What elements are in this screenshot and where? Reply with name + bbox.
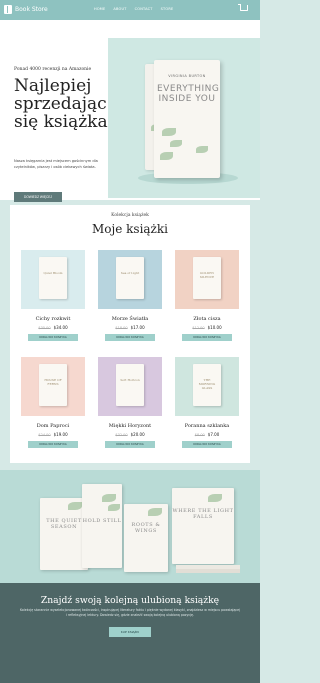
buy-books-button[interactable]: KUP KSIĄŻKI	[109, 627, 151, 637]
old-price: $18.00	[115, 326, 128, 330]
current-price: $34.00	[53, 325, 68, 330]
banner-book: WHERE THE LIGHT FALLS	[172, 488, 234, 564]
stacked-books	[176, 569, 240, 573]
hero-title: Najlepiej sprzedając się książka	[14, 76, 108, 132]
add-to-cart-button[interactable]: DODAJ DO KOSZYKA	[105, 334, 155, 341]
banner-book-title: HOLD STILL	[82, 518, 122, 524]
collection-title: Moje książki	[91, 222, 168, 236]
banner-book: THE QUIET SEASON	[40, 498, 88, 570]
book-price: $18.00 $17.00	[98, 325, 162, 330]
book-price: $24.00 $19.00	[21, 432, 85, 437]
book-price: $12.00 $10.00	[175, 325, 239, 330]
banner-book-title: ROOTS & WINGS	[131, 522, 161, 534]
old-price: $32.00	[115, 433, 128, 437]
book-name: Miękki Horyzont	[108, 423, 152, 429]
current-price: $19.00	[53, 432, 68, 437]
book-cover-image: THE MORNING GLASS	[175, 357, 239, 416]
book-card[interactable]: GOLDEN SILENCE Złota cisza $12.00 $10.00 …	[175, 250, 239, 341]
add-to-cart-button[interactable]: DODAJ DO KOSZYKA	[182, 441, 232, 448]
hero-pre-title: Ponad 4000 recenzji na Amazonie	[14, 67, 92, 72]
book-price: $35.00 $34.00	[21, 325, 85, 330]
add-to-cart-button[interactable]: DODAJ DO KOSZYKA	[182, 334, 232, 341]
add-to-cart-button[interactable]: DODAJ DO KOSZYKA	[28, 334, 78, 341]
cta-section: Znajdź swoją kolejną ulubioną książkę Ko…	[0, 583, 260, 683]
book-card[interactable]: HOUSE OF FERNS Dom Paproci $24.00 $19.00 …	[21, 357, 85, 448]
book-cover-title: THE MORNING GLASS	[198, 378, 216, 390]
site-header: Book Store HOME ABOUT CONTACT STORE	[0, 0, 260, 20]
hero-book-author: VIRGINIA BURTON	[168, 74, 206, 78]
book-name: Złota cisza	[193, 316, 221, 322]
page: Book Store HOME ABOUT CONTACT STORE Pona…	[0, 0, 260, 683]
banner-book: HOLD STILL	[82, 484, 122, 568]
cta-title: Znajdź swoją kolejną ulubioną książkę	[40, 595, 220, 606]
old-price: $24.00	[38, 433, 51, 437]
book-cover-title: Sea of Light	[120, 271, 140, 275]
current-price: $17.00	[130, 325, 145, 330]
collection-section: Kolekcja książek Moje książki Quiet Bloo…	[10, 205, 250, 463]
cta-description: Kolekcję starannie wyselekcjonowanej twó…	[20, 608, 240, 617]
current-price: $10.00	[207, 325, 222, 330]
current-price: $20.00	[130, 432, 145, 437]
add-to-cart-button[interactable]: DODAJ DO KOSZYKA	[28, 441, 78, 448]
book-cover-title: Quiet Bloom	[43, 271, 63, 275]
book-name: Morze Światła	[111, 316, 149, 322]
nav-home[interactable]: HOME	[94, 7, 105, 11]
nav-store[interactable]: STORE	[161, 7, 174, 11]
banner-book: ROOTS & WINGS	[124, 504, 168, 572]
book-card[interactable]: Sea of Light Morze Światła $18.00 $17.00 …	[98, 250, 162, 341]
logo-text: Book Store	[15, 6, 48, 13]
book-cover-title: HOUSE OF FERNS	[44, 378, 62, 386]
cart-icon[interactable]	[238, 4, 248, 11]
banner-book-title: THE QUIET SEASON	[46, 518, 82, 530]
book-cover-image: Quiet Bloom	[21, 250, 85, 309]
book-logo-icon	[4, 5, 12, 14]
book-price: $32.00 $20.00	[98, 432, 162, 437]
books-banner-image: THE QUIET SEASON HOLD STILL ROOTS & WING…	[0, 470, 260, 588]
nav-contact[interactable]: CONTACT	[135, 7, 153, 11]
book-cover-image: Sea of Light	[98, 250, 162, 309]
hero-book-title: EVERYTHING INSIDE YOU	[157, 84, 220, 104]
hero-book-front: VIRGINIA BURTON EVERYTHING INSIDE YOU	[154, 60, 220, 178]
book-cover-title: Soft Horizon	[120, 378, 140, 382]
collection-pre-title: Kolekcja książek	[111, 213, 149, 218]
main-nav: HOME ABOUT CONTACT STORE	[94, 7, 173, 11]
logo[interactable]: Book Store	[4, 5, 48, 14]
hero-description: Nasza księgarnia jest miejscem gościnnym…	[14, 159, 98, 169]
book-cover-image: Soft Horizon	[98, 357, 162, 416]
book-card[interactable]: Soft Horizon Miękki Horyzont $32.00 $20.0…	[98, 357, 162, 448]
current-price: $7.00	[207, 432, 220, 437]
book-name: Dom Paproci	[36, 423, 70, 429]
add-to-cart-button[interactable]: DODAJ DO KOSZYKA	[105, 441, 155, 448]
old-price: $8.00	[194, 433, 205, 437]
book-cover-image: GOLDEN SILENCE	[175, 250, 239, 309]
book-price: $8.00 $7.00	[175, 432, 239, 437]
nav-about[interactable]: ABOUT	[113, 7, 126, 11]
book-card[interactable]: Quiet Bloom Cichy rozkwit $35.00 $34.00 D…	[21, 250, 85, 341]
old-price: $35.00	[38, 326, 51, 330]
book-card[interactable]: THE MORNING GLASS Poranna szklanka $8.00…	[175, 357, 239, 448]
book-cover-title: GOLDEN SILENCE	[199, 271, 215, 279]
banner-book-title: WHERE THE LIGHT FALLS	[172, 508, 234, 520]
book-name: Poranna szklanka	[184, 423, 230, 429]
learn-more-button[interactable]: DOWIEDZ WIĘCEJ	[14, 192, 62, 202]
old-price: $12.00	[192, 326, 205, 330]
book-name: Cichy rozkwit	[35, 316, 71, 322]
hero-image: VIRGINIA BURTON EVERYTHING INSIDE YOU	[108, 38, 260, 198]
book-cover-image: HOUSE OF FERNS	[21, 357, 85, 416]
